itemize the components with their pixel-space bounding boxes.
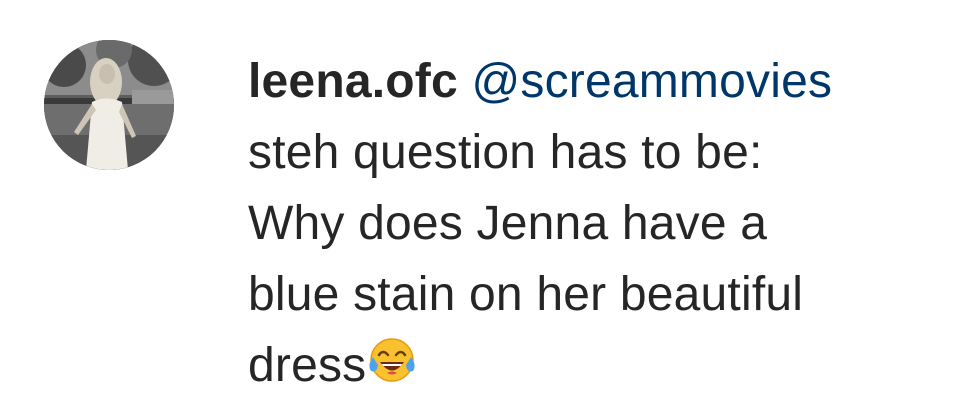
comment-text-line-4: dress	[248, 330, 968, 401]
comment-text-line-1: steh question has to be:	[248, 126, 763, 179]
avatar[interactable]	[44, 40, 174, 170]
avatar-photo	[44, 40, 174, 170]
comment-body: leena.ofc @screammovies steh question ha…	[248, 46, 968, 401]
mention-link[interactable]: @screammovies	[471, 55, 832, 108]
comment-text-line-4-text: dress	[248, 339, 367, 392]
comment-text-line-3: blue stain on her beautiful	[248, 268, 804, 321]
face-with-tears-of-joy-icon	[367, 335, 417, 385]
username-link[interactable]: leena.ofc	[248, 55, 458, 108]
comment: leena.ofc @screammovies steh question ha…	[0, 0, 980, 410]
comment-text-line-2: Why does Jenna have a	[248, 197, 768, 250]
comment-header: leena.ofc @screammovies	[248, 46, 968, 117]
